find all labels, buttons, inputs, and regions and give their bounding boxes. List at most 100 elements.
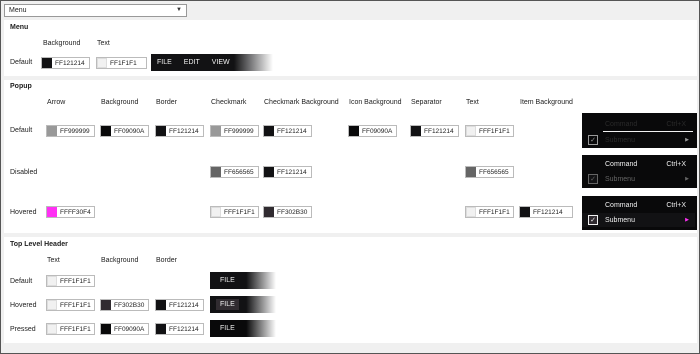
checkmark-icon: ✓ [588,135,598,145]
tlh-row-hovered: Hovered [10,302,37,309]
color-chip [211,207,221,217]
tlh-row-pressed: Pressed [10,326,36,333]
popup-hovered-arrow-swatch[interactable]: FFFF30F4 [46,206,95,218]
color-chip [520,207,530,217]
color-chip [349,126,359,136]
tlh-col-text: Text [47,257,60,264]
section-select-dropdown[interactable]: Menu ▼ [4,4,187,17]
tlh-hovered-preview[interactable]: FILE [210,296,276,313]
color-value: FF656565 [479,168,509,176]
color-chip [156,300,166,310]
popup-row-default: Default [10,127,33,134]
tlh-pressed-preview[interactable]: FILE [210,320,276,337]
popup-submenu-item[interactable]: ✓ Submenu ▶ [582,213,695,227]
color-chip [156,324,166,334]
popup-hovered-text-swatch[interactable]: FFF1F1F1 [465,206,514,218]
command-label: Command [605,120,638,128]
popup-col-arrow: Arrow [47,99,66,106]
color-value: FF1F1F1 [110,59,137,67]
popup-default-checkmark-bg-swatch[interactable]: FF121214 [263,125,312,137]
popup-default-separator-swatch[interactable]: FF121214 [410,125,459,137]
tlh-col-border: Border [156,257,178,264]
color-value: FF121214 [169,127,199,135]
checkmark-icon: ✓ [588,215,598,225]
popup-default-checkmark-swatch[interactable]: FF999999 [210,125,259,137]
popup-default-arrow-swatch[interactable]: FF999999 [46,125,95,137]
color-value: FFF1F1F1 [479,127,510,135]
popup-submenu-item[interactable]: ✓ Submenu ▶ [582,133,695,147]
color-chip [101,126,111,136]
popup-disabled-text-swatch[interactable]: FF656565 [465,166,514,178]
color-chip [466,167,476,177]
top-level-header-panel: Top Level Header Text Background Border … [4,237,697,343]
popup-preview-hovered: Command Ctrl+X ✓ Submenu ▶ [582,196,697,230]
tlh-hovered-border-swatch[interactable]: FF121214 [155,299,204,311]
tlh-pressed-background-swatch[interactable]: FF09090A [100,323,149,335]
menu-item-file[interactable]: FILE [151,59,178,66]
popup-command-item[interactable]: Command Ctrl+X [582,198,695,212]
popup-hovered-checkmark-bg-swatch[interactable]: FF302B30 [263,206,312,218]
popup-separator [603,131,693,132]
popup-default-border-swatch[interactable]: FF121214 [155,125,204,137]
color-chip [466,126,476,136]
popup-col-checkmark: Checkmark [211,99,247,106]
color-value: FF121214 [277,168,307,176]
popup-default-icon-bg-swatch[interactable]: FF09090A [348,125,397,137]
color-chip [264,126,274,136]
color-value: FFFF30F4 [60,208,91,216]
color-value: FF121214 [55,59,85,67]
color-value: FF121214 [424,127,454,135]
tlh-default-text-swatch[interactable]: FFF1F1F1 [46,275,95,287]
shortcut-label: Ctrl+X [666,160,686,168]
menu-item-edit[interactable]: EDIT [178,59,206,66]
file-header-label: FILE [220,277,235,284]
color-value: FF999999 [60,127,90,135]
popup-row-disabled: Disabled [10,169,38,176]
menu-background-swatch[interactable]: FF121214 [41,57,90,69]
popup-disabled-checkmark-bg-swatch[interactable]: FF121214 [263,166,312,178]
color-chip [466,207,476,217]
popup-submenu-item[interactable]: ✓ Submenu ▶ [582,172,695,186]
color-chip [47,207,57,217]
app-window: Menu ▼ Menu Background Text Default FF12… [0,0,700,354]
popup-col-background: Background [101,99,139,106]
color-value: FF656565 [224,168,254,176]
popup-command-item[interactable]: Command Ctrl+X [582,117,695,131]
popup-hovered-item-bg-swatch[interactable]: FF121214 [519,206,573,218]
menu-text-swatch[interactable]: FF1F1F1 [96,57,147,69]
popup-default-text-swatch[interactable]: FFF1F1F1 [465,125,514,137]
menu-section-title: Menu [10,24,29,31]
tlh-default-preview[interactable]: FILE [210,272,276,289]
color-value: FF302B30 [114,301,145,309]
chevron-right-icon: ▶ [685,176,689,182]
color-chip [47,300,57,310]
popup-preview-default: Command Ctrl+X ✓ Submenu ▶ [582,113,697,148]
popup-command-item[interactable]: Command Ctrl+X [582,157,695,171]
popup-col-icon-background: Icon Background [349,99,402,106]
color-value: FF302B30 [277,208,308,216]
tlh-pressed-text-swatch[interactable]: FFF1F1F1 [46,323,95,335]
popup-default-background-swatch[interactable]: FF09090A [100,125,149,137]
popup-hovered-checkmark-swatch[interactable]: FFF1F1F1 [210,206,259,218]
tlh-pressed-border-swatch[interactable]: FF121214 [155,323,204,335]
popup-preview-disabled: Command Ctrl+X ✓ Submenu ▶ [582,155,697,188]
shortcut-label: Ctrl+X [666,201,686,209]
tlh-col-background: Background [101,257,139,264]
popup-section-title: Popup [10,83,32,90]
color-chip [47,126,57,136]
color-value: FF09090A [114,325,145,333]
color-chip [411,126,421,136]
color-value: FFF1F1F1 [60,277,91,285]
color-value: FF121214 [277,127,307,135]
popup-disabled-checkmark-swatch[interactable]: FF656565 [210,166,259,178]
color-value: FF09090A [114,127,145,135]
menu-item-view[interactable]: VIEW [206,59,236,66]
dropdown-value: Menu [9,7,27,14]
tlh-hovered-background-swatch[interactable]: FF302B30 [100,299,149,311]
popup-col-checkmark-background: Checkmark Background [264,99,339,106]
chevron-down-icon: ▼ [176,7,182,13]
tlh-hovered-text-swatch[interactable]: FFF1F1F1 [46,299,95,311]
color-value: FF121214 [169,325,199,333]
command-label: Command [605,201,638,209]
menu-row-default: Default [10,59,33,66]
